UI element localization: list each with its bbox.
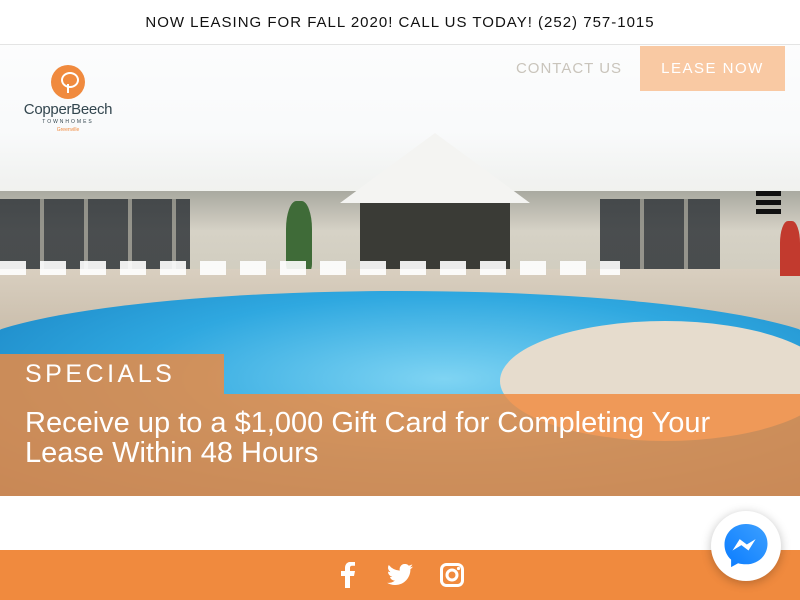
hero-section: CopperBeech TOWNHOMES Greenville CONTACT… <box>0 45 800 496</box>
lounge-chairs <box>0 261 620 275</box>
announcement-bar: NOW LEASING FOR FALL 2020! CALL US TODAY… <box>0 0 800 45</box>
twitter-icon[interactable] <box>387 562 413 588</box>
hamburger-line <box>756 200 781 205</box>
announcement-text: NOW LEASING FOR FALL 2020! CALL US TODAY… <box>145 13 655 31</box>
social-footer <box>0 550 800 600</box>
brand-logo[interactable]: CopperBeech TOWNHOMES Greenville <box>18 65 118 133</box>
clubhouse-windows-right <box>600 199 720 269</box>
contact-us-link[interactable]: CONTACT US <box>508 57 630 81</box>
pavilion-roof <box>340 133 530 203</box>
hamburger-icon[interactable] <box>756 191 781 214</box>
messenger-chat-button[interactable] <box>711 511 781 581</box>
tree-logo-icon <box>51 65 85 99</box>
brand-name: CopperBeech <box>23 101 113 118</box>
brand-subtitle: TOWNHOMES <box>42 119 94 125</box>
lease-now-button[interactable]: LEASE NOW <box>640 46 785 91</box>
messenger-icon <box>724 524 768 568</box>
brand-city: Greenville <box>56 127 80 133</box>
hamburger-line <box>756 209 781 214</box>
umbrella <box>780 221 800 276</box>
specials-banner[interactable]: Receive up to a $1,000 Gift Card for Com… <box>0 394 800 496</box>
facebook-icon[interactable] <box>335 562 361 588</box>
clubhouse-windows-left <box>0 199 190 269</box>
specials-label: SPECIALS <box>0 354 224 394</box>
pavilion <box>360 199 510 269</box>
hamburger-line <box>756 191 781 196</box>
specials-headline: Receive up to a $1,000 Gift Card for Com… <box>25 407 711 469</box>
instagram-icon[interactable] <box>439 562 465 588</box>
